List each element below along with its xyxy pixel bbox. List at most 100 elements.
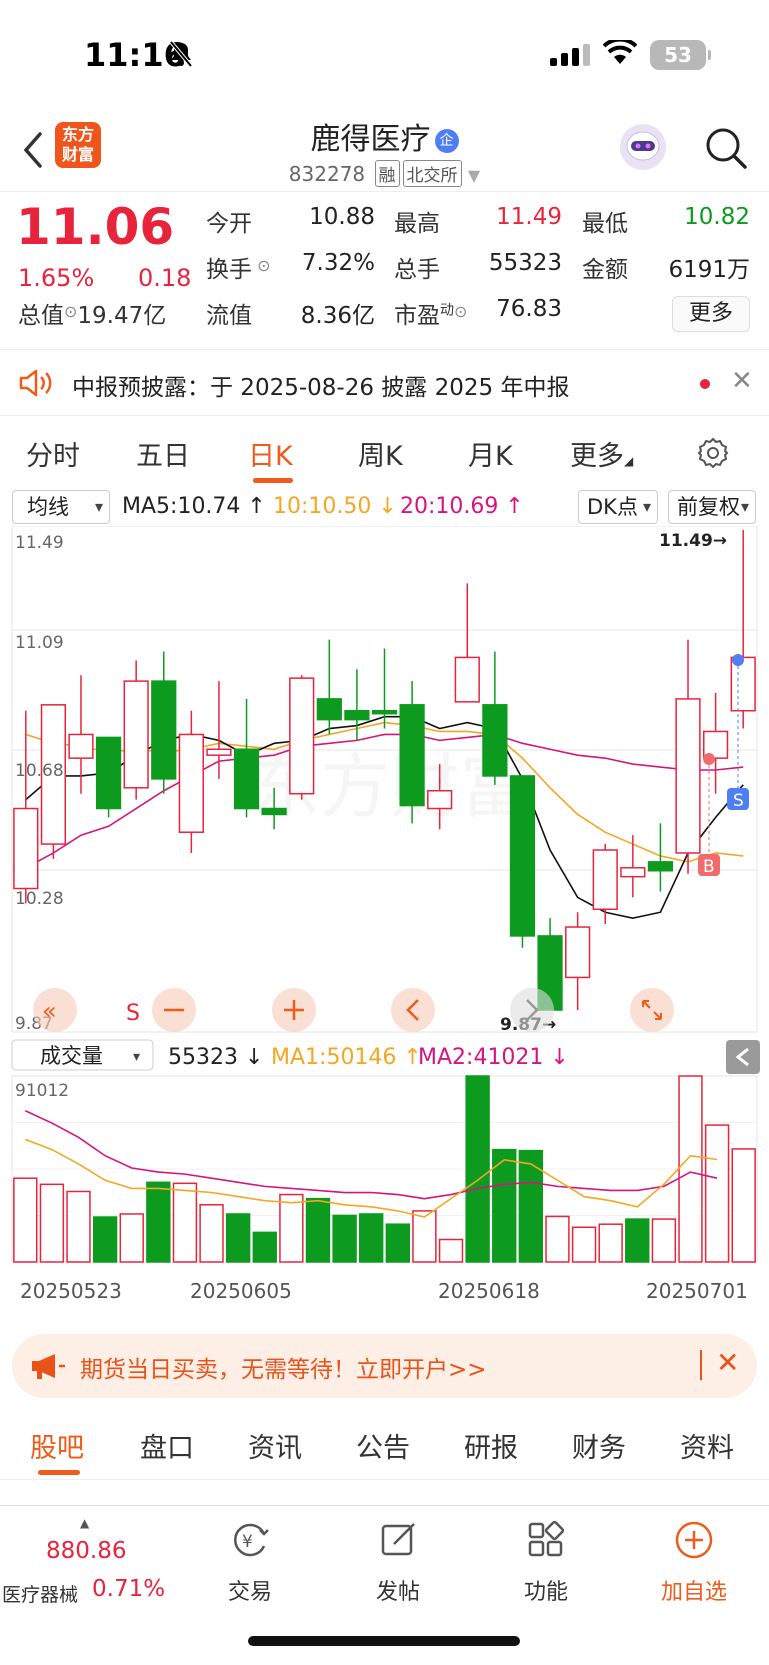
tab-daily-k[interactable]: 日K [248,434,293,473]
promo-banner[interactable]: 期货当日买卖，无需等待！立即开户>> ✕ [12,1334,757,1398]
volume-bar[interactable] [545,1215,570,1263]
candle[interactable] [13,710,39,904]
candle[interactable] [730,530,756,729]
nav-add-watchlist[interactable]: 加自选 [644,1520,744,1605]
tab-profile[interactable]: 资料 [680,1426,734,1465]
candle[interactable] [289,675,315,800]
nav-trade[interactable]: ¥ 交易 [200,1520,300,1605]
axis-label-high: 11.49 [15,533,64,553]
volume-bar[interactable] [598,1223,623,1263]
tab-news[interactable]: 资讯 [248,1426,302,1465]
volume-bar[interactable] [252,1231,277,1263]
content-tabs: 股吧 盘口 资讯 公告 研报 财务 资料 [0,1410,769,1480]
volume-bar[interactable] [704,1124,730,1263]
close-icon[interactable]: ✕ [731,366,753,396]
candle[interactable] [620,835,646,898]
volume-bar[interactable] [625,1218,650,1263]
pe-label[interactable]: 市盈动⊙ [394,296,467,330]
volume-bar[interactable] [39,1183,65,1263]
scroll-left-button[interactable] [391,988,435,1032]
volume-bar[interactable] [225,1213,251,1263]
candle[interactable] [316,639,342,735]
close-icon[interactable]: ✕ [716,1346,739,1379]
volume-bar[interactable] [385,1223,410,1263]
scroll-right-button[interactable] [510,988,554,1032]
volume-bar[interactable] [412,1210,437,1263]
zoom-in-button[interactable] [272,988,316,1032]
volume-bar[interactable] [332,1214,357,1263]
volume-bar[interactable] [13,1177,38,1263]
volume-bar[interactable] [651,1218,677,1263]
volume-bar[interactable] [731,1148,756,1263]
dk-point-select[interactable]: DK点 [578,490,658,524]
volume-bar[interactable] [438,1238,464,1263]
indicator-select[interactable]: 均线 [12,490,110,524]
scroll-left-fast-button[interactable]: « [33,988,77,1032]
fullscreen-button[interactable] [630,988,674,1032]
zoom-out-button[interactable] [152,988,196,1032]
candle-body [565,926,591,979]
search-icon[interactable] [704,126,748,170]
candle[interactable] [151,651,177,794]
candle[interactable] [565,912,591,1010]
volume-ma-lines [24,1110,718,1218]
candle[interactable] [592,844,618,925]
candle[interactable] [123,660,149,800]
candle[interactable] [509,775,536,948]
volume-bar[interactable] [66,1190,91,1263]
tab-weekly-k[interactable]: 周K [358,434,403,473]
volume-bar[interactable] [279,1193,304,1263]
volume-bar[interactable] [465,1075,490,1263]
tab-more[interactable]: 更多◢ [570,434,633,473]
nav-functions-label: 功能 [523,1580,568,1605]
kline-chart[interactable]: 东方财富 11.49 11.09 10.68 10.28 9.87 11.49→… [0,526,769,1036]
volume-bar[interactable] [518,1149,544,1263]
info-dots-icon[interactable]: ⊙ [454,302,467,321]
volume-bar[interactable] [92,1216,118,1263]
volume-bar[interactable] [359,1213,384,1263]
info-dots-icon[interactable]: ⊙ [64,302,77,321]
volume-select[interactable]: 成交量 [40,1044,103,1068]
nav-functions[interactable]: 功能 [496,1520,596,1605]
volume-chart[interactable]: 成交量 ▾ 55323 ↓ MA1:50146 ↑ MA2:41021 ↓ 91… [0,1036,769,1326]
collapse-panel-button[interactable] [726,1040,760,1074]
candle[interactable] [482,651,508,785]
turnover-label[interactable]: 换手 ⊙ [206,250,271,284]
tab-announcement[interactable]: 公告 [356,1426,410,1465]
candle[interactable] [178,710,204,853]
candle[interactable] [95,736,122,818]
change-percent: 1.65% [18,264,95,292]
tab-research[interactable]: 研报 [464,1426,518,1465]
nav-post[interactable]: 发帖 [348,1520,448,1605]
tab-five-day[interactable]: 五日 [136,434,190,473]
exchange-tag: 北交所 [402,160,462,187]
quote-panel: 11.06 1.65% 0.18 今开 10.88 最高 11.49 最低 10… [0,192,769,350]
candle[interactable] [454,583,480,703]
candle[interactable] [40,704,67,859]
tab-monthly-k[interactable]: 月K [468,434,513,473]
market-cap-label[interactable]: 总值⊙19.47亿 [18,296,166,330]
candle[interactable] [233,698,260,818]
more-button[interactable]: 更多 [672,296,750,332]
assistant-robot-icon[interactable] [620,124,666,170]
volume-bar[interactable] [678,1075,703,1263]
candle[interactable] [702,692,729,794]
candle[interactable] [399,681,425,824]
tab-guba[interactable]: 股吧 [30,1426,84,1465]
gear-icon[interactable] [696,436,730,470]
date-label-1: 20250523 [20,1279,122,1303]
volume-bar[interactable] [172,1182,198,1263]
volume-bar[interactable] [119,1213,144,1263]
info-dots-icon[interactable]: ⊙ [252,256,270,275]
volume-bar[interactable] [305,1197,331,1263]
candle[interactable] [675,639,701,874]
volume-bar[interactable] [199,1204,224,1263]
tab-pankou[interactable]: 盘口 [140,1426,194,1465]
volume-bar[interactable] [571,1226,597,1263]
volume-bar[interactable] [146,1181,171,1263]
notice-bar[interactable]: 中报预披露：于 2025-08-26 披露 2025 年中报 ✕ [0,350,769,416]
tab-finance[interactable]: 财务 [572,1426,626,1465]
tab-intraday[interactable]: 分时 [26,434,80,473]
adjust-button[interactable]: 前复权 [668,490,756,524]
candle[interactable] [206,681,232,779]
